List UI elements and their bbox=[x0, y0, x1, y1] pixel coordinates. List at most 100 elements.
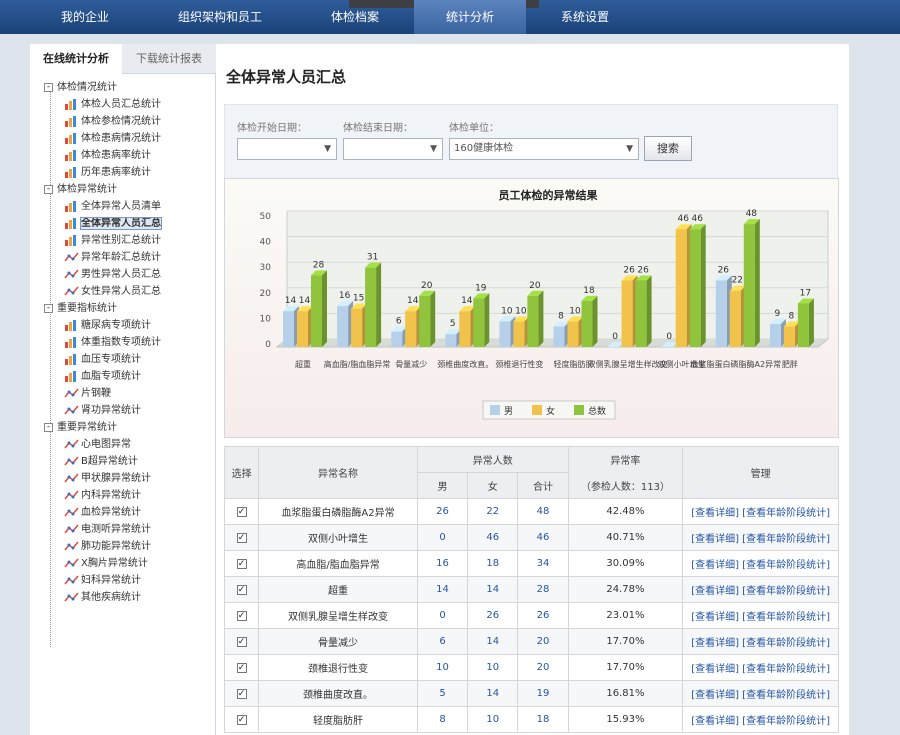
line-chart-icon bbox=[64, 455, 79, 467]
sidebar-item[interactable]: 血脂专项统计 bbox=[64, 369, 141, 385]
sidebar-item[interactable]: 全体异常人员清单 bbox=[64, 199, 161, 215]
table-row: ✓ 颈椎退行性变 10 10 20 17.70% [查看详细] [查看年龄阶段统计] bbox=[223, 654, 839, 681]
sidebar-item[interactable]: 异常性别汇总统计 bbox=[64, 233, 161, 249]
sidebar-item-label: 妇科异常统计 bbox=[81, 575, 141, 586]
sidebar-item[interactable]: 体重指数专项统计 bbox=[64, 335, 161, 351]
sidebar-item[interactable]: 体检患病情况统计 bbox=[64, 131, 161, 147]
row-checkbox[interactable]: ✓ bbox=[236, 663, 247, 673]
cell-total: 46 bbox=[517, 524, 569, 551]
collapse-icon[interactable]: - bbox=[44, 184, 53, 194]
bar bbox=[797, 303, 809, 347]
end-date-label: 体检结束日期： bbox=[343, 123, 413, 134]
row-detail-links[interactable]: [查看详细] [查看年龄阶段统计] bbox=[682, 524, 839, 551]
search-button[interactable]: 搜索 bbox=[644, 136, 692, 161]
cell-select: ✓ bbox=[223, 524, 260, 551]
row-detail-links[interactable]: [查看详细] [查看年龄阶段统计] bbox=[682, 680, 839, 707]
bar bbox=[769, 323, 781, 347]
tree-group[interactable]: - 重要指标统计 bbox=[44, 301, 117, 317]
sidebar-item[interactable]: 体检参检情况统计 bbox=[64, 114, 161, 130]
bar bbox=[391, 331, 403, 347]
sidebar-item[interactable]: 内科异常统计 bbox=[64, 488, 141, 504]
row-detail-links[interactable]: [查看详细] [查看年龄阶段统计] bbox=[682, 628, 839, 655]
bar-chart-icon bbox=[64, 132, 79, 144]
sidebar-item[interactable]: 其他疾病统计 bbox=[64, 590, 141, 606]
tab-online-stats[interactable]: 在线统计分析 bbox=[30, 44, 122, 74]
sidebar-item[interactable]: 心电图异常 bbox=[64, 437, 131, 453]
start-date-select[interactable]: ▼ bbox=[237, 138, 337, 160]
sidebar-item[interactable]: 肺功能异常统计 bbox=[64, 539, 151, 555]
cell-total: 28 bbox=[517, 576, 569, 603]
sidebar-item-label: 女性异常人员汇总 bbox=[81, 286, 161, 297]
sidebar-item[interactable]: 体检人员汇总统计 bbox=[64, 97, 161, 113]
y-tick-label: 0 bbox=[265, 340, 271, 350]
sidebar-item[interactable]: 全体异常人员汇总 bbox=[64, 216, 162, 232]
row-checkbox[interactable]: ✓ bbox=[236, 559, 247, 569]
sidebar-item[interactable]: 体检患病率统计 bbox=[64, 148, 151, 164]
line-chart-icon bbox=[64, 540, 79, 552]
tree-group[interactable]: - 重要异常统计 bbox=[44, 420, 117, 436]
table-row: ✓ 双侧小叶增生 0 46 46 40.71% [查看详细] [查看年龄阶段统计] bbox=[223, 524, 839, 551]
nav-tab-records[interactable]: 体检档案 bbox=[300, 0, 410, 34]
row-checkbox[interactable]: ✓ bbox=[236, 637, 247, 647]
sidebar-item[interactable]: 电测听异常统计 bbox=[64, 522, 151, 538]
sidebar-item[interactable]: 女性异常人员汇总 bbox=[64, 284, 161, 300]
col-count-group: 异常人数 bbox=[416, 446, 569, 473]
bar bbox=[729, 290, 741, 347]
row-detail-links[interactable]: [查看详细] [查看年龄阶段统计] bbox=[682, 602, 839, 629]
row-checkbox[interactable]: ✓ bbox=[236, 585, 247, 595]
nav-tab-org[interactable]: 组织架构和员工 bbox=[160, 0, 280, 34]
x-tick-label: 颈椎曲度改直。 bbox=[437, 359, 493, 369]
sidebar-item[interactable]: B超异常统计 bbox=[64, 454, 138, 470]
nav-tab-statistics[interactable]: 统计分析 bbox=[414, 0, 526, 34]
cell-name: 骨量减少 bbox=[258, 628, 418, 655]
nav-tab-settings[interactable]: 系统设置 bbox=[530, 0, 640, 34]
bar-value-label: 26 bbox=[623, 265, 635, 275]
row-checkbox[interactable]: ✓ bbox=[236, 507, 247, 517]
row-checkbox[interactable]: ✓ bbox=[236, 533, 247, 543]
sidebar-item[interactable]: 肾功异常统计 bbox=[64, 403, 141, 419]
sidebar-item[interactable]: 糖尿病专项统计 bbox=[64, 318, 151, 334]
bar bbox=[715, 280, 727, 347]
sidebar-item[interactable]: 片钢鞭 bbox=[64, 386, 111, 402]
collapse-icon[interactable]: - bbox=[44, 422, 53, 432]
sidebar-item[interactable]: 男性异常人员汇总 bbox=[64, 267, 161, 283]
row-detail-links[interactable]: [查看详细] [查看年龄阶段统计] bbox=[682, 550, 839, 577]
sidebar-item[interactable]: X胸片异常统计 bbox=[64, 556, 148, 572]
row-checkbox[interactable]: ✓ bbox=[236, 689, 247, 699]
bar-chart-icon bbox=[64, 166, 79, 178]
end-date-select[interactable]: ▼ bbox=[343, 138, 443, 160]
sidebar-item[interactable]: 历年患病率统计 bbox=[64, 165, 151, 181]
sidebar-item[interactable]: 血压专项统计 bbox=[64, 352, 141, 368]
row-detail-links[interactable]: [查看详细] [查看年龄阶段统计] bbox=[682, 654, 839, 681]
bar-side bbox=[376, 262, 382, 347]
nav-tab-my-company[interactable]: 我的企业 bbox=[30, 0, 140, 34]
row-checkbox[interactable]: ✓ bbox=[236, 611, 247, 621]
legend-swatch bbox=[490, 405, 500, 415]
collapse-icon[interactable]: - bbox=[44, 82, 53, 92]
sidebar-item-label: 体检患病情况统计 bbox=[81, 133, 161, 144]
tree-group[interactable]: - 体检情况统计 bbox=[44, 80, 117, 96]
sidebar-item[interactable]: 血检异常统计 bbox=[64, 505, 141, 521]
cell-rate: 42.48% bbox=[567, 498, 684, 525]
page-title: 全体异常人员汇总 bbox=[226, 68, 347, 86]
bar-value-label: 8 bbox=[789, 312, 795, 322]
sidebar-item-label: 肾功异常统计 bbox=[81, 405, 141, 416]
bar bbox=[311, 275, 322, 347]
bar-value-label: 22 bbox=[732, 276, 743, 286]
bar-value-label: 5 bbox=[450, 319, 456, 329]
row-detail-links[interactable]: [查看详细] [查看年龄阶段统计] bbox=[682, 498, 839, 525]
row-checkbox[interactable]: ✓ bbox=[236, 715, 247, 725]
tab-download-reports[interactable]: 下载统计报表 bbox=[122, 44, 216, 74]
unit-select[interactable]: 160健康体检 ▼ bbox=[449, 138, 639, 160]
cell-female: 14 bbox=[467, 628, 519, 655]
sidebar-item-label: 肺功能异常统计 bbox=[81, 541, 151, 552]
row-detail-links[interactable]: [查看详细] [查看年龄阶段统计] bbox=[682, 706, 839, 733]
sidebar-item-label: 体检参检情况统计 bbox=[81, 116, 161, 127]
row-detail-links[interactable]: [查看详细] [查看年龄阶段统计] bbox=[682, 576, 839, 603]
tree-group[interactable]: - 体检异常统计 bbox=[44, 182, 117, 198]
collapse-icon[interactable]: - bbox=[44, 303, 53, 313]
sidebar-item[interactable]: 异常年龄汇总统计 bbox=[64, 250, 161, 266]
sidebar-item[interactable]: 甲状腺异常统计 bbox=[64, 471, 151, 487]
bar-value-label: 8 bbox=[558, 312, 564, 322]
sidebar-item[interactable]: 妇科异常统计 bbox=[64, 573, 141, 589]
